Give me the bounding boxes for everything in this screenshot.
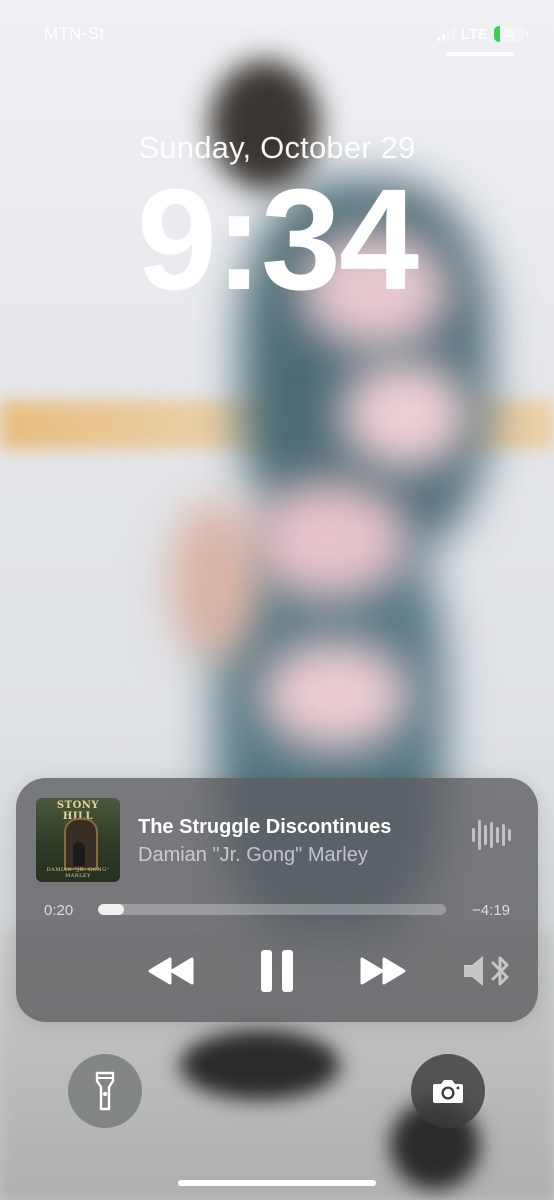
remaining-time: −4:19 bbox=[472, 902, 510, 919]
album-art-figure bbox=[73, 842, 85, 866]
battery-level-fill bbox=[494, 26, 501, 42]
album-artwork[interactable]: STONY HILL DAMIAN "JR. GONG" MARLEY bbox=[36, 798, 120, 882]
network-type: LTE bbox=[460, 25, 488, 43]
playback-scrubber[interactable] bbox=[98, 904, 446, 915]
battery-percentage: 21 bbox=[502, 28, 516, 40]
cellular-signal-icon bbox=[436, 27, 455, 41]
playback-progress bbox=[98, 904, 124, 915]
fast-forward-icon bbox=[360, 957, 406, 985]
now-playing-widget[interactable]: STONY HILL DAMIAN "JR. GONG" MARLEY The … bbox=[16, 778, 538, 1022]
audio-waveform-icon[interactable] bbox=[472, 818, 511, 852]
wallpaper-figure-arm bbox=[170, 500, 260, 660]
wallpaper-pattern bbox=[260, 640, 410, 750]
lock-screen-clock: 9:34 bbox=[136, 159, 419, 320]
playback-controls bbox=[16, 946, 538, 996]
camera-button[interactable] bbox=[411, 1054, 485, 1128]
pause-icon bbox=[261, 950, 293, 992]
bluetooth-speaker-icon bbox=[464, 956, 509, 986]
flashlight-button[interactable] bbox=[68, 1054, 142, 1128]
album-art-footer: DAMIAN "JR. GONG" MARLEY bbox=[46, 867, 110, 879]
audio-output-button[interactable] bbox=[460, 946, 514, 996]
battery-cap bbox=[526, 31, 528, 37]
battery-icon: 21 bbox=[494, 26, 524, 42]
rewind-icon bbox=[148, 957, 194, 985]
fast-forward-button[interactable] bbox=[356, 946, 410, 996]
wallpaper-figure-shoe bbox=[180, 1030, 340, 1100]
wallpaper-pattern bbox=[340, 360, 470, 470]
status-indicators: LTE 21 bbox=[436, 24, 528, 44]
rewind-button[interactable] bbox=[144, 946, 198, 996]
elapsed-time: 0:20 bbox=[44, 902, 74, 919]
song-title: The Struggle Discontinues bbox=[138, 816, 392, 838]
camera-icon bbox=[433, 1080, 463, 1103]
control-center-grabber[interactable] bbox=[446, 52, 514, 56]
song-artist: Damian "Jr. Gong" Marley bbox=[138, 844, 368, 866]
home-indicator[interactable] bbox=[178, 1180, 376, 1186]
flashlight-icon bbox=[95, 1071, 115, 1111]
carrier-name: MTN-St bbox=[44, 24, 105, 43]
pause-button[interactable] bbox=[252, 946, 302, 996]
status-bar: MTN-St LTE 21 bbox=[0, 0, 554, 60]
wallpaper-pattern bbox=[250, 480, 410, 600]
